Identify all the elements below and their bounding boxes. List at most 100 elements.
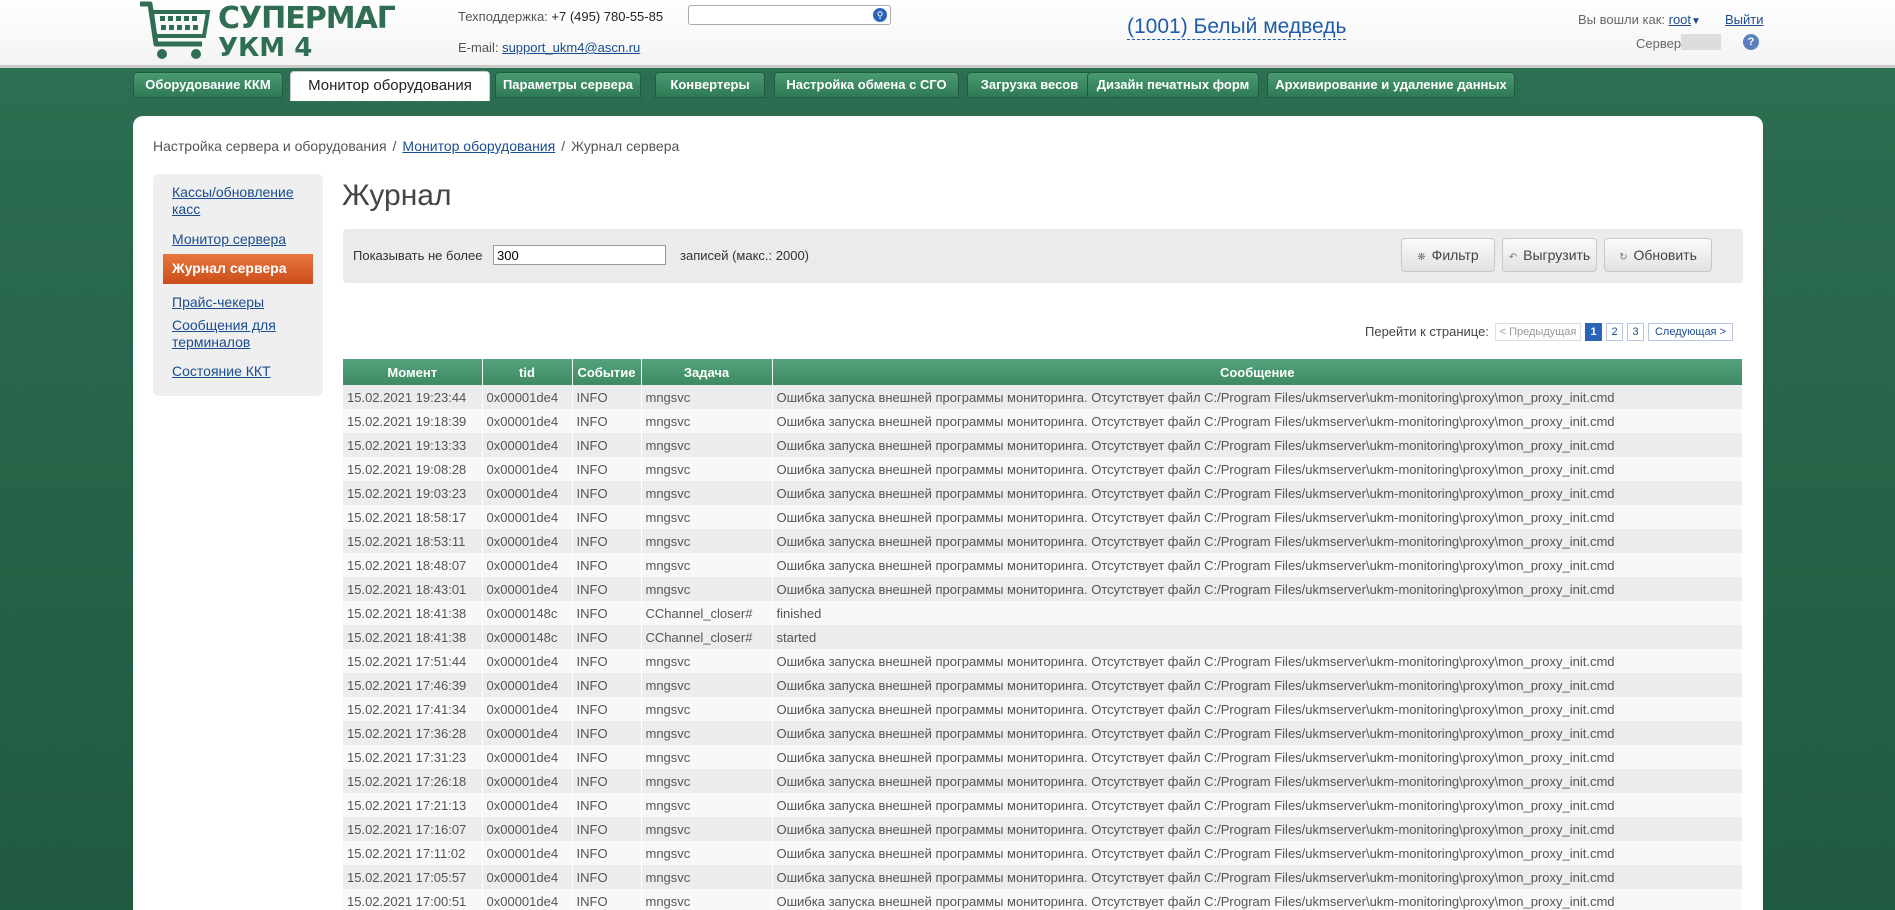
export-button[interactable]: ↶ Выгрузить — [1502, 238, 1597, 272]
cell-tid: 0x00001de4 — [482, 649, 573, 673]
search-icon[interactable]: ⚲ — [873, 8, 887, 22]
tab-converters[interactable]: Конвертеры — [655, 72, 765, 98]
tab-print-design[interactable]: Дизайн печатных форм — [1087, 72, 1259, 98]
table-row[interactable]: 15.02.2021 17:05:57 0x00001de4 INFO mngsvc О… — [343, 865, 1743, 889]
cell-task: mngsvc — [641, 841, 773, 865]
cell-moment: 15.02.2021 17:31:23 — [343, 745, 483, 769]
table-row[interactable]: 15.02.2021 17:26:18 0x00001de4 INFO mngsvc О… — [343, 769, 1743, 793]
tab-archiving[interactable]: Архивирование и удаление данных — [1267, 72, 1515, 98]
table-row[interactable]: 15.02.2021 19:13:33 0x00001de4 INFO mngsvc О… — [343, 433, 1743, 457]
cell-moment: 15.02.2021 17:16:07 — [343, 817, 483, 841]
column-header-tid[interactable]: tid — [482, 359, 573, 385]
cell-event: INFO — [572, 697, 642, 721]
table-row[interactable]: 15.02.2021 18:41:38 0x0000148c INFO CChanne… — [343, 625, 1743, 649]
export-icon: ↶ — [1508, 252, 1518, 263]
next-page-button[interactable]: Следующая > — [1648, 323, 1733, 341]
tab-equipment-monitor[interactable]: Монитор оборудования — [290, 71, 490, 101]
chevron-down-icon[interactable]: ▼ — [1691, 16, 1701, 27]
tab-sgo-exchange[interactable]: Настройка обмена с СГО — [774, 72, 959, 98]
table-row[interactable]: 15.02.2021 18:43:01 0x00001de4 INFO mngsvc О… — [343, 577, 1743, 601]
cell-tid: 0x00001de4 — [482, 841, 573, 865]
page-button-3[interactable]: 3 — [1627, 323, 1644, 341]
cell-event: INFO — [572, 457, 642, 481]
cell-tid: 0x00001de4 — [482, 577, 573, 601]
tab-kkm-equipment[interactable]: Оборудование ККМ — [133, 72, 283, 98]
refresh-button[interactable]: ↻ Обновить — [1604, 238, 1712, 272]
column-header-task[interactable]: Задача — [641, 359, 773, 385]
cell-task: CChannel_closer# — [641, 601, 773, 625]
column-header-message[interactable]: Сообщение — [772, 359, 1743, 385]
table-row[interactable]: 15.02.2021 17:21:13 0x00001de4 INFO mngsvc О… — [343, 793, 1743, 817]
gear-icon: ❋ — [1417, 252, 1426, 263]
cell-task: mngsvc — [641, 889, 773, 910]
cell-event: INFO — [572, 625, 642, 649]
prev-page-button[interactable]: < Предыдущая — [1495, 323, 1581, 341]
breadcrumb-link[interactable]: Монитор оборудования — [402, 138, 555, 154]
cell-tid: 0x00001de4 — [482, 865, 573, 889]
column-header-moment[interactable]: Момент — [343, 359, 483, 385]
table-row[interactable]: 15.02.2021 18:48:07 0x00001de4 INFO mngsvc О… — [343, 553, 1743, 577]
table-row[interactable]: 15.02.2021 18:53:11 0x00001de4 INFO mngsvc О… — [343, 529, 1743, 553]
table-row[interactable]: 15.02.2021 19:03:23 0x00001de4 INFO mngsvc О… — [343, 481, 1743, 505]
cell-message: Ошибка запуска внешней программы монитор… — [772, 817, 1743, 841]
cell-message: Ошибка запуска внешней программы монитор… — [772, 457, 1743, 481]
table-row[interactable]: 15.02.2021 17:36:28 0x00001de4 INFO mngsvc О… — [343, 721, 1743, 745]
sidebar-item-price-checkers[interactable]: Прайс-чекеры — [172, 294, 312, 311]
cell-message: Ошибка запуска внешней программы монитор… — [772, 793, 1743, 817]
cell-event: INFO — [572, 385, 642, 409]
table-row[interactable]: 15.02.2021 17:11:02 0x00001de4 INFO mngsvc О… — [343, 841, 1743, 865]
table-row[interactable]: 15.02.2021 19:18:39 0x00001de4 INFO mngsvc О… — [343, 409, 1743, 433]
page-button-1[interactable]: 1 — [1585, 323, 1602, 341]
logout-link[interactable]: Выйти — [1725, 12, 1764, 27]
cell-message: Ошибка запуска внешней программы монитор… — [772, 481, 1743, 505]
cell-event: INFO — [572, 793, 642, 817]
search-input[interactable]: ⚲ — [688, 5, 891, 25]
sidebar-item-cash-registers[interactable]: Кассы/обновление касс — [172, 184, 312, 218]
sidebar-item-kkt-status[interactable]: Состояние ККТ — [172, 363, 312, 380]
limit-input[interactable] — [493, 245, 666, 265]
table-row[interactable]: 15.02.2021 19:23:44 0x00001de4 INFO mngsvc О… — [343, 385, 1743, 409]
logo[interactable]: СУПЕРМАГ УКМ 4 — [138, 0, 396, 64]
cell-message: Ошибка запуска внешней программы монитор… — [772, 769, 1743, 793]
table-row[interactable]: 15.02.2021 18:58:17 0x00001de4 INFO mngsvc О… — [343, 505, 1743, 529]
cell-moment: 15.02.2021 18:43:01 — [343, 577, 483, 601]
sidebar-item-server-monitor[interactable]: Монитор сервера — [172, 231, 312, 248]
sidebar-item-server-log[interactable]: Журнал сервера — [163, 254, 313, 284]
cell-event: INFO — [572, 505, 642, 529]
table-row[interactable]: 15.02.2021 17:46:39 0x00001de4 INFO mngsvc О… — [343, 673, 1743, 697]
table-row[interactable]: 15.02.2021 17:00:51 0x00001de4 INFO mngsvc О… — [343, 889, 1743, 910]
cell-task: mngsvc — [641, 697, 773, 721]
cell-task: mngsvc — [641, 457, 773, 481]
user-menu[interactable]: root — [1669, 12, 1691, 27]
tab-server-params[interactable]: Параметры сервера — [495, 72, 641, 98]
cell-message: Ошибка запуска внешней программы монитор… — [772, 385, 1743, 409]
cell-event: INFO — [572, 673, 642, 697]
page-button-2[interactable]: 2 — [1606, 323, 1623, 341]
cell-message: Ошибка запуска внешней программы монитор… — [772, 865, 1743, 889]
table-row[interactable]: 15.02.2021 17:16:07 0x00001de4 INFO mngsvc О… — [343, 817, 1743, 841]
cell-moment: 15.02.2021 17:46:39 — [343, 673, 483, 697]
support-email-link[interactable]: support_ukm4@ascn.ru — [502, 40, 640, 55]
content-panel: Настройка сервера и оборудования / Монитор… — [133, 116, 1763, 910]
table-row[interactable]: 15.02.2021 18:41:38 0x0000148c INFO CChanne… — [343, 601, 1743, 625]
store-selector[interactable]: (1001) Белый медведь — [1127, 15, 1347, 40]
cell-task: mngsvc — [641, 577, 773, 601]
table-row[interactable]: 15.02.2021 17:31:23 0x00001de4 INFO mngsvc О… — [343, 745, 1743, 769]
cell-message: Ошибка запуска внешней программы монитор… — [772, 433, 1743, 457]
table-row[interactable]: 15.02.2021 17:41:34 0x00001de4 INFO mngsvc О… — [343, 697, 1743, 721]
breadcrumb-separator: / — [392, 138, 397, 154]
column-header-event[interactable]: Событие — [572, 359, 642, 385]
sidebar-item-terminal-messages[interactable]: Сообщения для терминалов — [172, 317, 312, 351]
filter-button[interactable]: ❋ Фильтр — [1401, 238, 1495, 272]
cell-task: mngsvc — [641, 769, 773, 793]
cell-moment: 15.02.2021 19:08:28 — [343, 457, 483, 481]
cell-message: Ошибка запуска внешней программы монитор… — [772, 553, 1743, 577]
server-label: Сервер — [1636, 36, 1682, 51]
help-icon[interactable]: ? — [1743, 34, 1759, 50]
table-row[interactable]: 15.02.2021 17:51:44 0x00001de4 INFO mngsvc О… — [343, 649, 1743, 673]
table-row[interactable]: 15.02.2021 19:08:28 0x00001de4 INFO mngsvc О… — [343, 457, 1743, 481]
tab-scales-upload[interactable]: Загрузка весов — [967, 72, 1092, 98]
cell-message: Ошибка запуска внешней программы монитор… — [772, 505, 1743, 529]
cell-moment: 15.02.2021 19:18:39 — [343, 409, 483, 433]
cell-tid: 0x00001de4 — [482, 745, 573, 769]
